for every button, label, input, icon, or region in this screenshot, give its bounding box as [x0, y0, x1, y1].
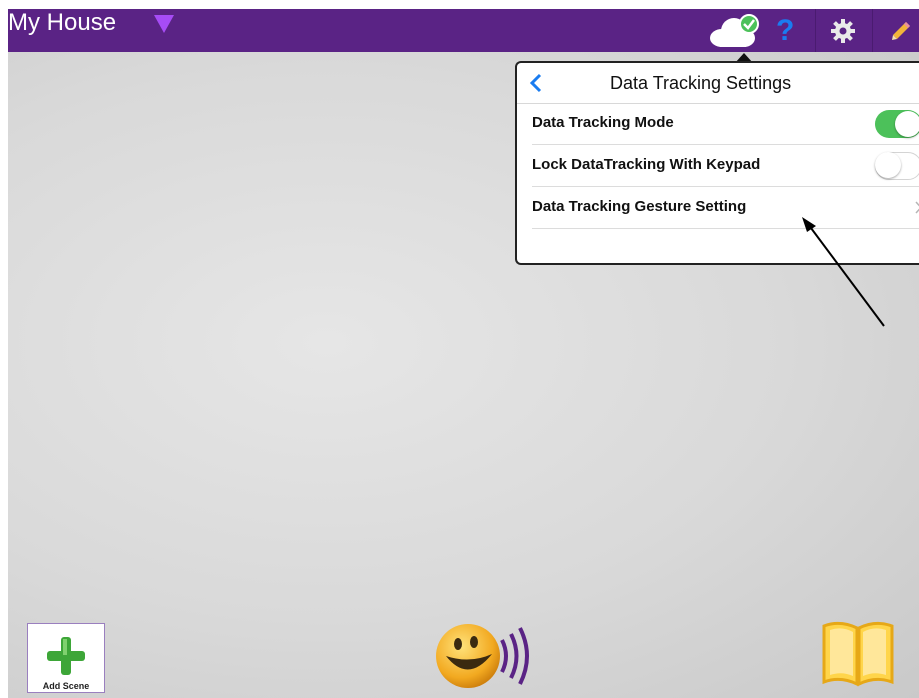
row-data-tracking-mode: Data Tracking Mode: [532, 103, 919, 145]
lock-datatracking-toggle[interactable]: [875, 152, 919, 180]
svg-text:?: ?: [776, 14, 794, 46]
pencil-icon[interactable]: [890, 20, 912, 42]
gear-icon[interactable]: [831, 19, 855, 43]
toggle-knob: [875, 152, 901, 178]
row-label: Data Tracking Mode: [532, 114, 674, 131]
speak-smiley-icon[interactable]: [434, 620, 538, 692]
toolbar-separator: [815, 9, 816, 52]
toolbar-separator: [872, 9, 873, 52]
book-icon[interactable]: [820, 618, 896, 688]
back-chevron-icon[interactable]: [529, 73, 543, 93]
add-scene-label: Add Scene: [42, 681, 90, 691]
toggle-knob: [895, 111, 919, 137]
dropdown-caret-icon[interactable]: [153, 14, 175, 34]
help-icon[interactable]: ?: [774, 14, 796, 46]
row-label: Lock DataTracking With Keypad: [532, 156, 761, 173]
row-lock-datatracking: Lock DataTracking With Keypad: [532, 145, 919, 187]
cloud-sync-icon[interactable]: [708, 14, 764, 48]
page-title[interactable]: My House: [8, 9, 116, 37]
annotation-arrow: [802, 217, 885, 327]
popover-header: Data Tracking Settings: [517, 63, 919, 104]
add-scene-button[interactable]: Add Scene: [27, 623, 105, 693]
data-tracking-mode-toggle[interactable]: [875, 110, 919, 138]
add-scene-icon: [47, 637, 85, 675]
row-label: Data Tracking Gesture Setting: [532, 198, 747, 215]
chevron-right-icon: [915, 201, 919, 214]
popover-title: Data Tracking Settings: [610, 73, 792, 93]
